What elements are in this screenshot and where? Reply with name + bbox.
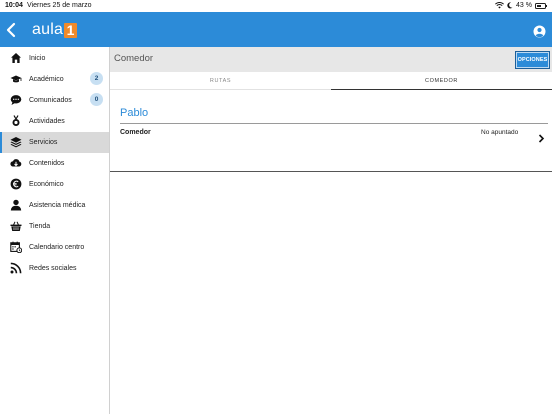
sidebar-item-label: Económico [29, 181, 64, 188]
comedor-panel: Pablo Comedor No apuntado [110, 90, 552, 172]
moon-icon [507, 2, 513, 9]
sidebar-item-asistencia-medica[interactable]: Asistencia médica [0, 195, 109, 216]
notification-badge: 0 [90, 93, 103, 106]
sidebar-item-label: Tienda [29, 223, 51, 230]
notification-badge: 2 [90, 72, 103, 85]
rss-icon [10, 262, 22, 274]
options-button[interactable]: OPCIONES [515, 51, 550, 69]
euro-icon [10, 178, 22, 190]
status-time: 10:04 [5, 2, 23, 9]
page-header: Comedor OPCIONES [110, 47, 552, 72]
chevron-right-icon[interactable] [538, 134, 545, 143]
logo-mark: 1 [64, 22, 78, 38]
page-title: Comedor [114, 53, 154, 64]
sidebar-item-label: Asistencia médica [29, 202, 86, 209]
back-chevron-icon[interactable] [4, 21, 18, 39]
sidebar-item-comunicados[interactable]: Comunicados 0 [0, 90, 109, 111]
battery-icon [535, 2, 547, 9]
sidebar-item-economico[interactable]: Económico [0, 174, 109, 195]
service-name: Comedor [120, 129, 151, 136]
sidebar-item-label: Académico [29, 76, 64, 83]
home-icon [11, 53, 21, 63]
navigation-bar: aula 1 [0, 12, 552, 47]
layers-icon [10, 137, 22, 148]
user-icon [10, 199, 22, 211]
graduation-cap-icon [10, 75, 22, 83]
calendar-icon [10, 241, 22, 253]
tab-bar: RUTAS COMEDOR [110, 72, 552, 90]
medal-icon [12, 115, 20, 126]
sidebar-item-label: Calendario centro [29, 244, 85, 251]
status-bar: 10:04 Viernes 25 de marzo 43 % [0, 0, 552, 12]
sidebar-item-label: Comunicados [29, 97, 72, 104]
sidebar-item-actividades[interactable]: Actividades [0, 111, 109, 132]
sidebar-item-label: Contenidos [29, 160, 65, 167]
status-date: Viernes 25 de marzo [27, 2, 92, 9]
child-name: Pablo [120, 107, 149, 119]
user-account-icon[interactable] [533, 25, 546, 38]
options-button-label: OPCIONES [517, 57, 548, 63]
divider [120, 123, 548, 124]
sidebar-item-tienda[interactable]: Tienda [0, 216, 109, 237]
logo-text: aula [32, 21, 64, 38]
sidebar-item-label: Servicios [29, 139, 58, 146]
cloud-download-icon [10, 159, 22, 167]
basket-icon [10, 221, 22, 231]
sidebar-item-label: Inicio [29, 55, 46, 62]
tab-rutas[interactable]: RUTAS [110, 72, 331, 90]
battery-percent: 43 % [516, 2, 532, 9]
sidebar-item-inicio[interactable]: Inicio [0, 48, 109, 69]
chat-bubble-icon [10, 95, 22, 105]
wifi-icon [495, 2, 504, 9]
sidebar: Inicio Académico 2 Comunicados 0 Activid… [0, 47, 110, 414]
main-content: Comedor OPCIONES RUTAS COMEDOR Pablo Com… [110, 47, 552, 414]
tab-comedor[interactable]: COMEDOR [331, 72, 552, 90]
sidebar-item-servicios[interactable]: Servicios [0, 132, 109, 153]
sidebar-item-label: Redes sociales [29, 265, 77, 272]
sidebar-item-academico[interactable]: Académico 2 [0, 69, 109, 90]
status-indicators: 43 % [495, 2, 547, 9]
sidebar-item-calendario-centro[interactable]: Calendario centro [0, 237, 109, 258]
app-logo: aula 1 [32, 21, 78, 39]
sidebar-item-label: Actividades [29, 118, 65, 125]
service-row[interactable]: Comedor No apuntado [120, 125, 548, 149]
sidebar-item-redes-sociales[interactable]: Redes sociales [0, 258, 109, 279]
sidebar-item-contenidos[interactable]: Contenidos [0, 153, 109, 174]
service-status: No apuntado [481, 129, 519, 136]
